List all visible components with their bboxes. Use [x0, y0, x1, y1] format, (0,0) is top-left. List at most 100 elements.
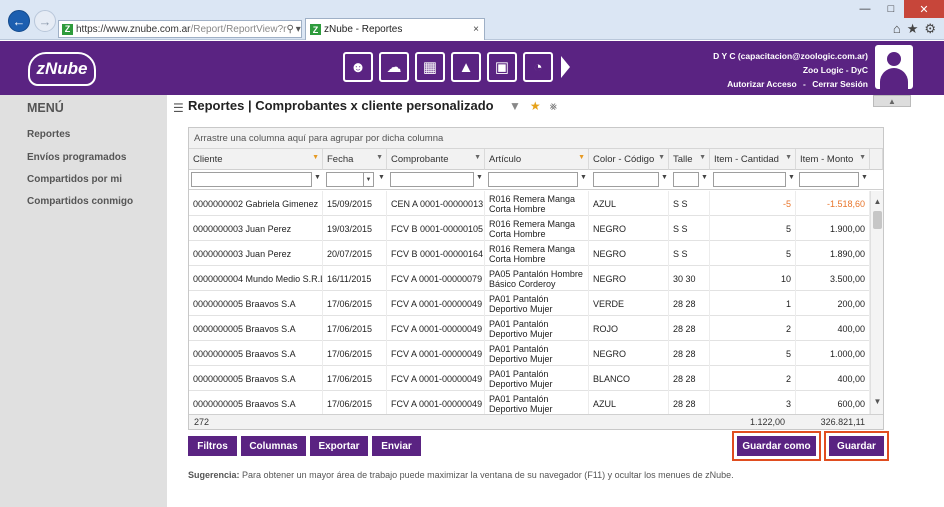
table-row[interactable]: 0000000005 Braavos S.A 17/06/2015 FCV A 00… — [189, 291, 870, 316]
cell-talle: S S — [669, 241, 710, 266]
filter-funnel-icon[interactable]: ▼ — [314, 174, 321, 181]
znube-logo[interactable]: zNube — [28, 52, 96, 86]
filter-input-talle[interactable] — [673, 172, 699, 187]
filter-funnel-icon[interactable]: ▼ — [861, 174, 868, 181]
users-settings-icon[interactable]: ☻ — [343, 52, 373, 82]
filter-input-cliente[interactable] — [191, 172, 312, 187]
filter-input-fecha[interactable] — [326, 172, 364, 187]
filter-input-monto[interactable] — [799, 172, 859, 187]
date-dropdown-chevron-down-icon[interactable]: ▼ — [364, 172, 374, 187]
cell-color: AZUL — [589, 191, 669, 216]
guardar-button[interactable]: Guardar — [829, 436, 884, 456]
tab-close-icon[interactable]: × — [473, 24, 479, 35]
column-header-item-cantidad[interactable]: Item - Cantidad ▼ — [710, 149, 796, 170]
minimize-icon[interactable]: — — [852, 0, 878, 18]
table-row[interactable]: 0000000002 Gabriela Gimenez 15/09/2015 CEN… — [189, 191, 870, 216]
column-header-fecha[interactable]: Fecha ▼ — [323, 149, 387, 170]
scroll-up-chevron-up-icon[interactable]: ▲ — [871, 195, 884, 208]
cart-icon[interactable]: ▣ — [487, 52, 517, 82]
address-bar[interactable]: Z https://www.znube.com.ar/Report/Report… — [58, 20, 302, 38]
cell-articulo: PA01 Pantalón Deportivo Mujer — [485, 391, 589, 414]
package-icon[interactable]: ▲ — [451, 52, 481, 82]
filter-input-color[interactable] — [593, 172, 659, 187]
columnas-button[interactable]: Columnas — [241, 436, 306, 456]
group-by-panel[interactable]: Arrastre una columna aquí para agrupar p… — [189, 128, 883, 149]
table-row[interactable]: 0000000005 Braavos S.A 17/06/2015 FCV A 00… — [189, 366, 870, 391]
hamburger-menu-icon[interactable]: ☰ — [173, 101, 184, 115]
cloud-settings-icon[interactable]: ☁ — [379, 52, 409, 82]
cell-cliente: 0000000005 Braavos S.A — [189, 341, 323, 366]
cell-articulo: R016 Remera Manga Corta Hombre — [485, 241, 589, 266]
filter-input-comprobante[interactable] — [390, 172, 474, 187]
home-icon[interactable]: ⌂ — [893, 21, 901, 37]
cell-comprobante: FCV A 0001-00000079 — [387, 266, 485, 291]
filter-funnel-icon[interactable]: ▼ — [378, 174, 385, 181]
table-row[interactable]: 0000000005 Braavos S.A 17/06/2015 FCV A 00… — [189, 316, 870, 341]
table-row[interactable]: 0000000003 Juan Perez 19/03/2015 FCV B 000… — [189, 216, 870, 241]
address-controls[interactable]: ⚲▾🔒⟳ — [286, 24, 301, 35]
filter-funnel-icon[interactable]: ▼ — [701, 174, 708, 181]
column-header-color-codigo[interactable]: Color - Código ▼ — [589, 149, 669, 170]
column-header-talle[interactable]: Talle ▼ — [669, 149, 710, 170]
column-header-item-monto[interactable]: Item - Monto ▼ — [796, 149, 870, 170]
sort-filter-icon[interactable]: ▼ — [699, 154, 706, 161]
filter-funnel-icon[interactable]: ▼ — [476, 174, 483, 181]
app-icons-next-arrow-icon[interactable] — [561, 56, 570, 78]
column-header-comprobante[interactable]: Comprobante ▼ — [387, 149, 485, 170]
filtros-button[interactable]: Filtros — [188, 436, 237, 456]
window-close-icon[interactable]: ✕ — [904, 0, 944, 18]
filter-input-cantidad[interactable] — [713, 172, 786, 187]
sort-filter-icon[interactable]: ▼ — [859, 154, 866, 161]
cell-talle: 28 28 — [669, 316, 710, 341]
settings-gear-icon[interactable]: ⚙ — [924, 21, 936, 37]
sort-filter-icon[interactable]: ▼ — [578, 154, 585, 161]
column-header-articulo[interactable]: Artículo ▼ — [485, 149, 589, 170]
chart-pie-icon[interactable]: ◔ — [523, 52, 553, 82]
guardar-como-button[interactable]: Guardar como — [737, 436, 816, 456]
maximize-icon[interactable]: □ — [878, 0, 904, 18]
table-row[interactable]: 0000000005 Braavos S.A 17/06/2015 FCV A 00… — [189, 391, 870, 414]
sidebar-item-compartidos-conmigo[interactable]: Compartidos conmigo — [27, 196, 133, 207]
cell-comprobante: FCV A 0001-00000049 — [387, 391, 485, 414]
enviar-button[interactable]: Enviar — [372, 436, 421, 456]
sidebar-item-envios-programados[interactable]: Envíos programados — [27, 152, 126, 163]
cell-comprobante: FCV A 0001-00000049 — [387, 366, 485, 391]
favorites-star-icon[interactable]: ★ — [907, 21, 919, 37]
browser-chrome: ← → Z https://www.znube.com.ar/Report/Re… — [0, 0, 944, 40]
cell-cantidad: 2 — [710, 316, 796, 341]
column-header-cliente[interactable]: Cliente ▼ — [189, 149, 323, 170]
authorize-access-link[interactable]: Autorizar Acceso — [727, 79, 797, 89]
sidebar-item-compartidos-por-mi[interactable]: Compartidos por mi — [27, 174, 122, 185]
share-icon[interactable]: ⨳ — [550, 99, 557, 114]
cell-color: NEGRO — [589, 241, 669, 266]
vertical-scrollbar[interactable]: ▲ ▼ — [870, 191, 883, 414]
dashboard-icon[interactable]: ▦ — [415, 52, 445, 82]
table-row[interactable]: 0000000003 Juan Perez 20/07/2015 FCV B 000… — [189, 241, 870, 266]
back-button[interactable]: ← — [8, 10, 30, 32]
forward-button[interactable]: → — [34, 10, 56, 32]
exportar-button[interactable]: Exportar — [310, 436, 368, 456]
filter-row: ▼ ▼ ▼ ▼ ▼ ▼ ▼ ▼ ▼ — [189, 170, 883, 190]
scroll-down-chevron-down-icon[interactable]: ▼ — [871, 395, 884, 408]
filter-funnel-icon[interactable]: ▼ — [788, 174, 795, 181]
filter-funnel-icon[interactable]: ▼ — [661, 174, 668, 181]
footer-total-monto: 326.821,11 — [820, 417, 865, 427]
logout-link[interactable]: Cerrar Sesión — [812, 79, 868, 89]
cell-monto: 3.500,00 — [796, 266, 870, 291]
favorite-star-icon[interactable]: ★ — [530, 99, 541, 114]
table-row[interactable]: 0000000004 Mundo Medio S.R.L 16/11/2015 FC… — [189, 266, 870, 291]
table-row[interactable]: 0000000005 Braavos S.A 17/06/2015 FCV A 00… — [189, 341, 870, 366]
sort-filter-icon[interactable]: ▼ — [474, 154, 481, 161]
scrollbar-thumb[interactable] — [873, 211, 882, 229]
filter-input-articulo[interactable] — [488, 172, 578, 187]
sort-filter-icon[interactable]: ▼ — [312, 154, 319, 161]
sort-filter-icon[interactable]: ▼ — [658, 154, 665, 161]
collapse-header-chevron-up-icon[interactable]: ▲ — [873, 95, 911, 107]
filter-funnel-icon[interactable]: ▼ — [580, 174, 587, 181]
filter-icon[interactable]: ▼ — [509, 99, 521, 114]
avatar[interactable] — [875, 45, 913, 89]
sort-filter-icon[interactable]: ▼ — [376, 154, 383, 161]
sort-filter-icon[interactable]: ▼ — [785, 154, 792, 161]
browser-tab[interactable]: Z zNube - Reportes × — [305, 18, 485, 40]
sidebar-item-reportes[interactable]: Reportes — [27, 129, 70, 140]
